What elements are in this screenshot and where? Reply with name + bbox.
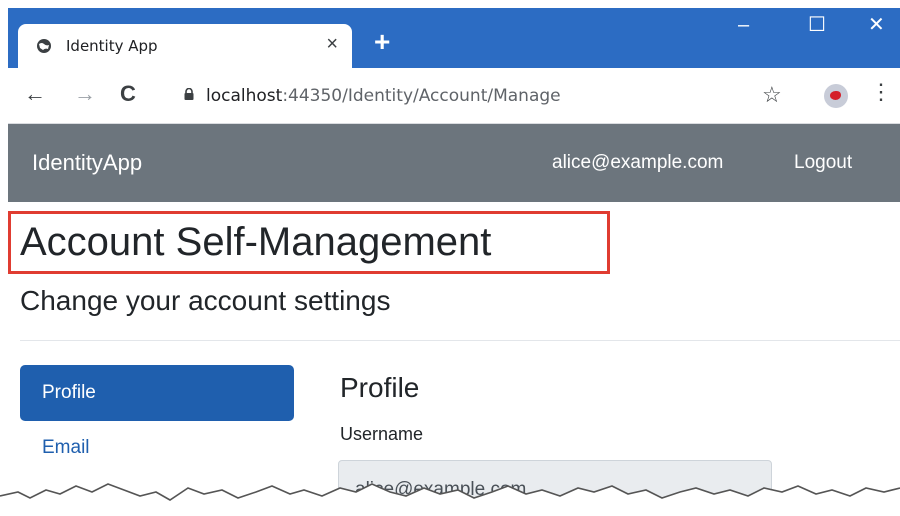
title-highlight-box xyxy=(8,211,610,274)
brand-link[interactable]: IdentityApp xyxy=(32,150,142,176)
profile-avatar-icon[interactable] xyxy=(824,84,848,108)
app-navbar: IdentityApp alice@example.com Logout xyxy=(8,124,900,202)
new-tab-button[interactable]: + xyxy=(374,27,390,57)
url-path: :44350/Identity/Account/Manage xyxy=(282,86,561,106)
divider xyxy=(20,340,900,341)
address-bar[interactable]: localhost:44350/Identity/Account/Manage xyxy=(170,76,810,116)
browser-tab[interactable]: Identity App × xyxy=(18,24,352,68)
menu-dots-icon[interactable]: ⋮ xyxy=(870,80,892,104)
maximize-icon[interactable]: ☐ xyxy=(808,14,826,36)
sidebar-item-email[interactable]: Email xyxy=(20,420,294,476)
minimize-icon[interactable]: – xyxy=(738,14,749,36)
back-arrow-icon[interactable]: ← xyxy=(24,82,46,106)
reload-icon[interactable]: C xyxy=(120,82,136,106)
profile-heading: Profile xyxy=(340,372,420,403)
tab-close-icon[interactable]: × xyxy=(326,33,338,56)
url-text: localhost:44350/Identity/Account/Manage xyxy=(206,86,561,106)
close-window-icon[interactable]: ✕ xyxy=(868,14,885,36)
tab-title: Identity App xyxy=(66,37,158,55)
url-host: localhost xyxy=(206,86,283,106)
forward-arrow-icon[interactable]: → xyxy=(74,82,96,106)
bookmark-star-icon[interactable]: ☆ xyxy=(762,82,782,108)
page-subtitle: Change your account settings xyxy=(20,285,391,316)
lock-icon xyxy=(184,88,194,100)
username-label: Username xyxy=(340,424,424,444)
logout-link[interactable]: Logout xyxy=(794,152,852,174)
globe-icon xyxy=(37,39,51,53)
sidebar-item-profile[interactable]: Profile xyxy=(20,365,294,421)
user-email-link[interactable]: alice@example.com xyxy=(552,152,723,174)
torn-edge xyxy=(0,483,900,516)
